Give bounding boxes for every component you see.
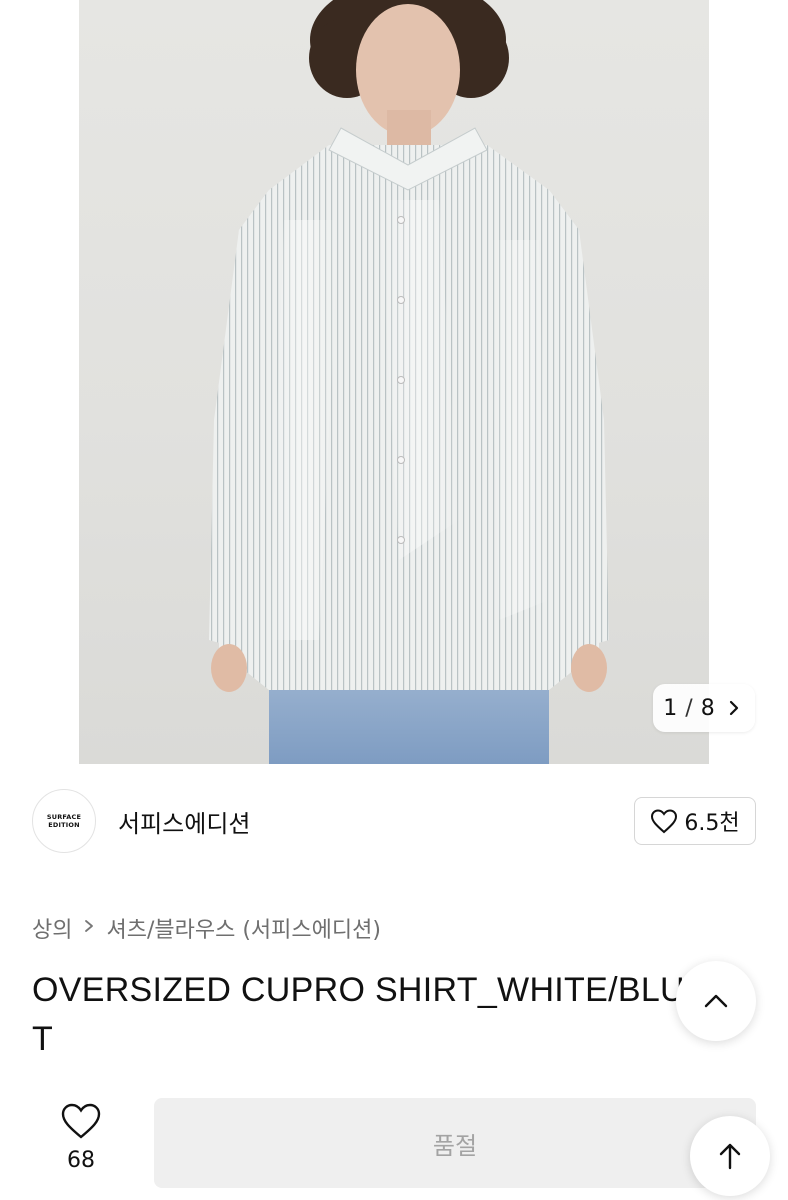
pager-current: 1 — [663, 695, 678, 721]
breadcrumb: 상의 셔츠/블라우스 (서피스에디션) — [32, 912, 381, 944]
soldout-button[interactable]: 품절 — [154, 1098, 756, 1188]
chevron-right-icon — [82, 916, 96, 940]
seller-like-count: 6.5천 — [684, 811, 740, 836]
breadcrumb-main[interactable]: 상의 — [32, 912, 72, 944]
heart-outline-icon — [651, 809, 678, 834]
pager-total: 8 — [700, 695, 715, 721]
pager-separator: / — [685, 695, 693, 721]
wish-count: 68 — [67, 1148, 95, 1173]
image-pager[interactable]: 1 / 8 — [653, 684, 755, 732]
product-image-gallery[interactable]: 1 / 8 — [0, 0, 788, 764]
seller-like-button[interactable]: 6.5천 — [634, 797, 756, 845]
breadcrumb-sub[interactable]: 셔츠/블라우스 (서피스에디션) — [106, 912, 380, 944]
product-title: OVERSIZED CUPRO SHIRT_WHITE/BLUE ST — [32, 971, 741, 1058]
chevron-up-icon — [704, 994, 728, 1008]
heart-outline-icon — [61, 1103, 101, 1139]
arrow-up-icon — [719, 1143, 741, 1170]
product-photo[interactable] — [79, 0, 709, 764]
collapse-button[interactable] — [676, 961, 756, 1041]
product-photo-illustration — [209, 0, 609, 764]
seller-logo-text: SURFACE EDITION — [46, 813, 82, 829]
seller-logo[interactable]: SURFACE EDITION — [32, 789, 96, 853]
chevron-right-icon[interactable] — [723, 697, 745, 719]
scroll-top-button[interactable] — [690, 1116, 770, 1196]
seller-row[interactable]: SURFACE EDITION 서피스에디션 6.5천 — [32, 788, 756, 854]
wish-button[interactable]: 68 — [48, 1102, 114, 1173]
seller-name[interactable]: 서피스에디션 — [118, 804, 250, 839]
